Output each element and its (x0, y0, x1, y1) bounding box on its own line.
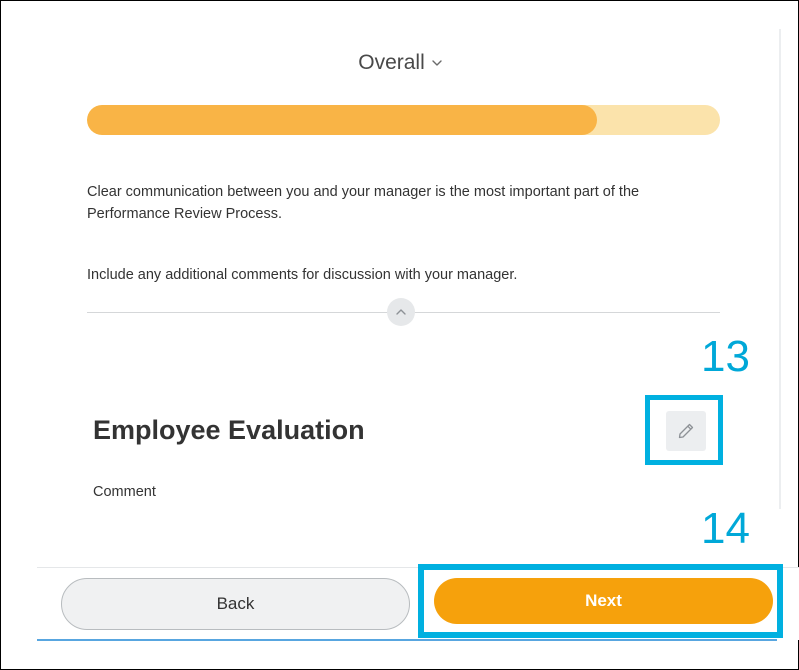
edit-highlight-box (645, 395, 723, 465)
chevron-up-icon (396, 309, 406, 315)
next-highlight-box: Next (418, 564, 783, 638)
pencil-icon (678, 423, 694, 439)
callout-number-edit: 13 (701, 332, 750, 381)
section-selector[interactable]: Overall (1, 51, 799, 75)
section-title[interactable]: Overall (358, 51, 425, 75)
edit-button[interactable] (666, 411, 706, 451)
section-divider (87, 296, 720, 328)
collapse-button[interactable] (387, 298, 415, 326)
scrollbar[interactable] (779, 29, 781, 509)
review-panel: Overall Clear communication between you … (0, 0, 799, 670)
chevron-down-icon[interactable] (431, 57, 443, 69)
progress-bar (87, 105, 720, 135)
footer-underline (37, 639, 777, 641)
progress-bar-fill (87, 105, 597, 135)
comment-label: Comment (93, 484, 156, 500)
back-button[interactable]: Back (61, 578, 410, 630)
callout-number-next: 14 (701, 504, 750, 553)
evaluation-title: Employee Evaluation (93, 415, 365, 445)
next-button[interactable]: Next (434, 578, 773, 624)
instruction-text: Clear communication between you and your… (87, 184, 640, 222)
instruction-text-comments: Include any additional comments for disc… (87, 267, 518, 283)
